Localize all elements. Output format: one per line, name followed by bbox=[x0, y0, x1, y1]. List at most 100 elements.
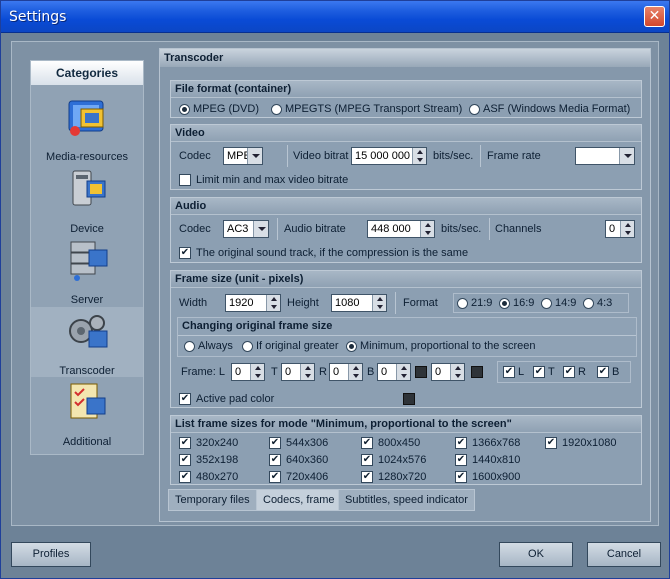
frame-l-input[interactable]: 0 bbox=[231, 363, 265, 381]
frame-extra-input[interactable]: 0 bbox=[431, 363, 465, 381]
size-checkbox[interactable]: ✔ bbox=[361, 454, 373, 466]
spinner-icon[interactable] bbox=[450, 364, 464, 380]
frame-rate-label: Frame rate bbox=[487, 150, 541, 162]
size-label: 1366x768 bbox=[472, 437, 521, 449]
side-check-t[interactable]: ✔ bbox=[533, 366, 545, 378]
active-pad-label: Active pad color bbox=[196, 393, 275, 405]
size-checkbox[interactable]: ✔ bbox=[269, 454, 281, 466]
device-icon bbox=[72, 170, 106, 206]
size-checkbox[interactable]: ✔ bbox=[455, 437, 467, 449]
frame-color-swatch[interactable] bbox=[471, 366, 483, 378]
spinner-icon[interactable] bbox=[266, 295, 280, 311]
change-radio-minimum[interactable] bbox=[346, 341, 357, 352]
video-codec-label: Codec bbox=[179, 150, 211, 162]
size-checkbox[interactable]: ✔ bbox=[269, 437, 281, 449]
frame-r-value: 0 bbox=[333, 366, 340, 378]
frame-t-input[interactable]: 0 bbox=[281, 363, 315, 381]
channels-value: 0 bbox=[609, 223, 616, 235]
format-radio-mpeg-dvd[interactable] bbox=[179, 104, 190, 115]
side-check-l[interactable]: ✔ bbox=[503, 366, 515, 378]
frame-t-value: 0 bbox=[285, 366, 292, 378]
category-server[interactable]: Server bbox=[31, 236, 143, 306]
aspect-radio-21-9[interactable] bbox=[457, 298, 468, 309]
size-checkbox[interactable]: ✔ bbox=[179, 437, 191, 449]
settings-window: Settings ✕ Categories Media-resources De… bbox=[0, 0, 670, 579]
audio-codec-select[interactable]: AC3 bbox=[223, 220, 269, 238]
size-checkbox[interactable]: ✔ bbox=[455, 471, 467, 483]
height-input[interactable]: 1080 bbox=[331, 294, 387, 312]
group-title: List frame sizes for mode "Minimum, prop… bbox=[171, 416, 641, 433]
change-option-label: Minimum, proportional to the screen bbox=[360, 340, 536, 352]
format-option-label: MPEG (DVD) bbox=[193, 103, 259, 115]
spinner-icon[interactable] bbox=[420, 221, 434, 237]
close-button[interactable]: ✕ bbox=[644, 6, 665, 27]
aspect-radio-14-9[interactable] bbox=[541, 298, 552, 309]
video-codec-select[interactable]: MPEG2 bbox=[223, 147, 263, 165]
width-input[interactable]: 1920 bbox=[225, 294, 281, 312]
aspect-radio-4-3[interactable] bbox=[583, 298, 594, 309]
change-radio-always[interactable] bbox=[184, 341, 195, 352]
limit-bitrate-checkbox[interactable] bbox=[179, 174, 191, 186]
original-soundtrack-label: The original sound track, if the compres… bbox=[196, 247, 469, 259]
spinner-icon[interactable] bbox=[348, 364, 362, 380]
frame-l-label: Frame: L bbox=[181, 366, 226, 378]
ok-button[interactable]: OK bbox=[499, 542, 573, 567]
video-bitrate-input[interactable]: 15 000 000 bbox=[351, 147, 427, 165]
spinner-icon[interactable] bbox=[300, 364, 314, 380]
tab-subtitles-speed[interactable]: Subtitles, speed indicator bbox=[338, 489, 475, 511]
frame-r-input[interactable]: 0 bbox=[329, 363, 363, 381]
cancel-button[interactable]: Cancel bbox=[587, 542, 661, 567]
group-title: Audio bbox=[171, 198, 641, 215]
frame-l-value: 0 bbox=[235, 366, 242, 378]
categories-panel: Categories Media-resources Device Server… bbox=[30, 60, 144, 455]
aspect-radio-16-9[interactable] bbox=[499, 298, 510, 309]
subgroup-title: Changing original frame size bbox=[182, 320, 333, 332]
audio-bitrate-value: 448 000 bbox=[371, 223, 411, 235]
channels-input[interactable]: 0 bbox=[605, 220, 635, 238]
size-checkbox[interactable]: ✔ bbox=[179, 454, 191, 466]
profiles-button[interactable]: Profiles bbox=[11, 542, 91, 567]
spinner-icon[interactable] bbox=[620, 221, 634, 237]
size-checkbox[interactable]: ✔ bbox=[179, 471, 191, 483]
category-device[interactable]: Device bbox=[31, 165, 143, 235]
dropdown-arrow-icon[interactable] bbox=[247, 148, 262, 164]
pad-color-swatch[interactable] bbox=[403, 393, 415, 405]
aspect-label: 14:9 bbox=[555, 297, 577, 309]
size-label: 320x240 bbox=[196, 437, 239, 449]
side-check-label: T bbox=[548, 366, 555, 378]
dropdown-arrow-icon[interactable] bbox=[253, 221, 268, 237]
active-pad-checkbox[interactable]: ✔ bbox=[179, 393, 191, 405]
spinner-icon[interactable] bbox=[412, 148, 426, 164]
size-checkbox[interactable]: ✔ bbox=[361, 437, 373, 449]
spinner-icon[interactable] bbox=[396, 364, 410, 380]
spinner-icon[interactable] bbox=[372, 295, 386, 311]
format-radio-mpegts[interactable] bbox=[271, 104, 282, 115]
size-checkbox[interactable]: ✔ bbox=[361, 471, 373, 483]
size-checkbox[interactable]: ✔ bbox=[269, 471, 281, 483]
category-transcoder[interactable]: Transcoder bbox=[31, 307, 143, 377]
video-bitrate-value: 15 000 000 bbox=[355, 150, 411, 162]
tab-codecs-frame[interactable]: Codecs, frame bbox=[256, 489, 342, 511]
dropdown-arrow-icon[interactable] bbox=[619, 148, 634, 164]
size-label: 1600x900 bbox=[472, 471, 521, 483]
frame-b-value: 0 bbox=[381, 366, 388, 378]
side-check-b[interactable]: ✔ bbox=[597, 366, 609, 378]
frame-rate-select[interactable] bbox=[575, 147, 635, 165]
format-option-label: ASF (Windows Media Format) bbox=[483, 103, 631, 115]
tab-temporary-files[interactable]: Temporary files bbox=[168, 489, 257, 511]
change-radio-if-greater[interactable] bbox=[242, 341, 253, 352]
frame-b-input[interactable]: 0 bbox=[377, 363, 411, 381]
format-radio-asf[interactable] bbox=[469, 104, 480, 115]
side-check-r[interactable]: ✔ bbox=[563, 366, 575, 378]
side-check-label: R bbox=[578, 366, 586, 378]
category-media-resources[interactable]: Media-resources bbox=[31, 93, 143, 163]
change-option-label: If original greater bbox=[256, 340, 339, 352]
category-additional[interactable]: Additional bbox=[31, 378, 143, 448]
audio-bitrate-input[interactable]: 448 000 bbox=[367, 220, 435, 238]
original-soundtrack-checkbox[interactable]: ✔ bbox=[179, 247, 191, 259]
frame-color-swatch[interactable] bbox=[415, 366, 427, 378]
size-checkbox[interactable]: ✔ bbox=[545, 437, 557, 449]
spinner-icon[interactable] bbox=[250, 364, 264, 380]
size-checkbox[interactable]: ✔ bbox=[455, 454, 467, 466]
size-label: 352x198 bbox=[196, 454, 239, 466]
